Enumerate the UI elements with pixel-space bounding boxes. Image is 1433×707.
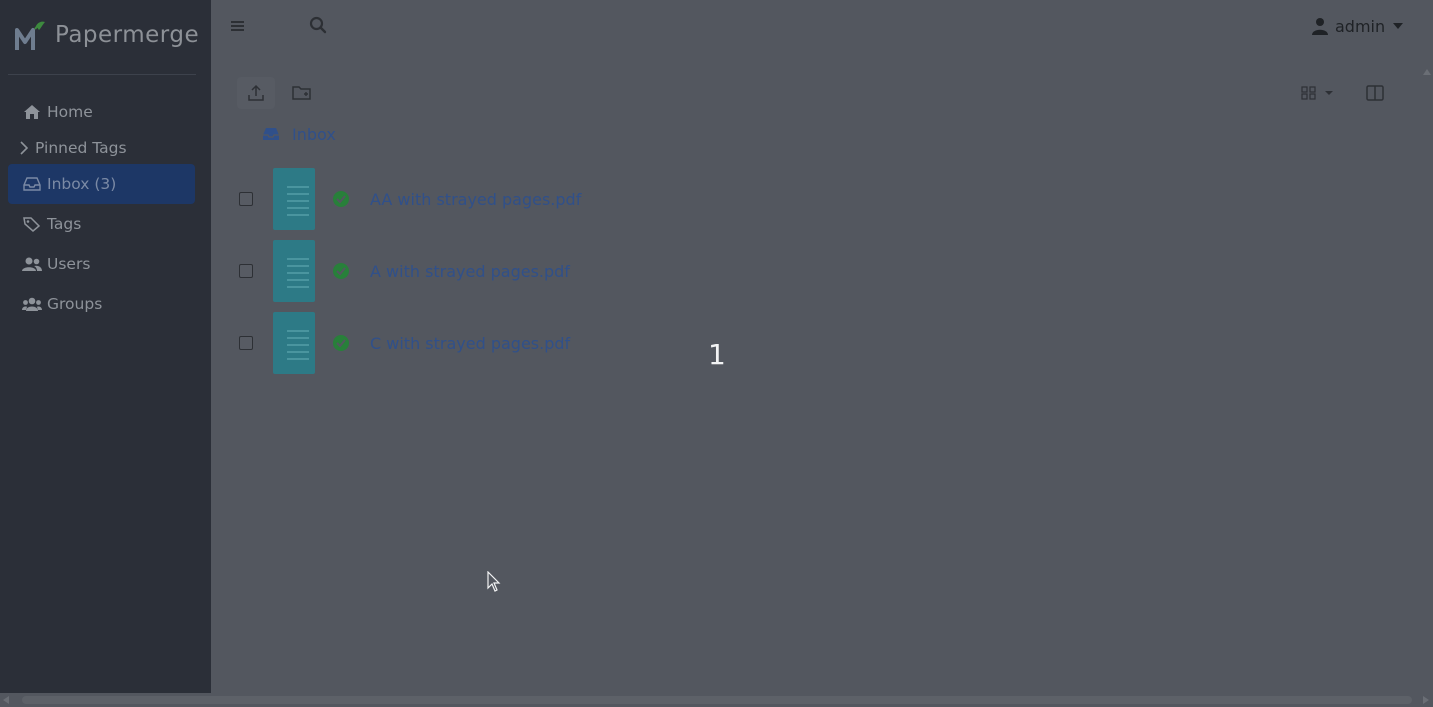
user-icon — [1312, 18, 1328, 35]
brand-name: Papermerge — [55, 22, 200, 48]
document-row[interactable]: A with strayed pages.pdf — [238, 240, 738, 302]
document-thumbnail[interactable] — [273, 312, 315, 374]
app-window: Papermerge Home Pinned Tags Inbox (3) Ta… — [0, 0, 1433, 707]
breadcrumb[interactable]: Inbox — [262, 122, 336, 146]
document-title-link[interactable]: AA with strayed pages.pdf — [370, 190, 581, 209]
tag-icon — [22, 215, 42, 233]
search-icon[interactable] — [308, 15, 328, 35]
groups-icon — [22, 295, 42, 313]
hamburger-menu-icon[interactable] — [229, 16, 247, 36]
papermerge-logo-icon — [15, 21, 45, 50]
folder-plus-icon — [292, 86, 311, 100]
sidebar-item-home[interactable]: Home — [8, 92, 195, 132]
status-ok-icon — [333, 263, 349, 279]
brand[interactable]: Papermerge — [0, 0, 211, 75]
scroll-right-arrow-icon[interactable] — [1423, 696, 1429, 704]
scroll-left-arrow-icon[interactable] — [3, 696, 9, 704]
split-panel-button[interactable] — [1356, 77, 1394, 109]
sidebar-item-label: Home — [47, 103, 93, 121]
new-folder-button[interactable] — [283, 77, 321, 109]
document-title-link[interactable]: A with strayed pages.pdf — [370, 262, 570, 281]
overlay-counter: 1 — [708, 338, 726, 371]
vertical-scrollbar[interactable] — [1420, 53, 1433, 693]
document-checkbox[interactable] — [239, 336, 253, 350]
document-thumbnail[interactable] — [273, 240, 315, 302]
document-title-link[interactable]: C with strayed pages.pdf — [370, 334, 570, 353]
document-row[interactable]: C with strayed pages.pdf — [238, 312, 738, 374]
top-bar: admin — [211, 0, 1433, 53]
user-menu-label: admin — [1335, 16, 1386, 36]
sidebar-divider — [8, 74, 196, 75]
users-icon — [22, 255, 42, 273]
sidebar-item-label: Groups — [47, 295, 103, 313]
split-view-icon — [1366, 85, 1384, 101]
document-row[interactable]: AA with strayed pages.pdf — [238, 168, 738, 230]
sidebar-item-label: Pinned Tags — [35, 139, 127, 157]
scroll-up-arrow-icon[interactable] — [1423, 69, 1431, 75]
sidebar-item-pinned-tags[interactable]: Pinned Tags — [8, 128, 195, 168]
sidebar-item-groups[interactable]: Groups — [8, 284, 195, 324]
sidebar-item-users[interactable]: Users — [8, 244, 195, 284]
chevron-right-icon — [18, 139, 30, 157]
inbox-icon — [263, 128, 279, 140]
status-ok-icon — [333, 191, 349, 207]
sidebar-item-label: Users — [47, 255, 91, 273]
sidebar-item-label: Inbox (3) — [47, 175, 117, 193]
document-checkbox[interactable] — [239, 192, 253, 206]
sidebar-item-label: Tags — [47, 215, 82, 233]
status-ok-icon — [333, 335, 349, 351]
user-menu[interactable]: admin — [1311, 14, 1404, 38]
mouse-cursor-icon — [487, 571, 501, 592]
inbox-icon — [22, 175, 42, 193]
sidebar: Papermerge Home Pinned Tags Inbox (3) Ta… — [0, 0, 211, 693]
sidebar-item-inbox[interactable]: Inbox (3) — [8, 164, 195, 204]
scrollbar-thumb[interactable] — [22, 696, 1412, 704]
caret-down-icon — [1393, 23, 1404, 29]
upload-button[interactable] — [237, 77, 275, 109]
sidebar-item-tags[interactable]: Tags — [8, 204, 195, 244]
home-icon — [22, 103, 42, 121]
upload-icon — [248, 84, 264, 101]
grid-view-icon — [1301, 86, 1333, 100]
breadcrumb-label: Inbox — [292, 124, 336, 144]
document-thumbnail[interactable] — [273, 168, 315, 230]
horizontal-scrollbar[interactable] — [0, 693, 1433, 707]
view-mode-dropdown[interactable] — [1293, 77, 1343, 109]
document-checkbox[interactable] — [239, 264, 253, 278]
